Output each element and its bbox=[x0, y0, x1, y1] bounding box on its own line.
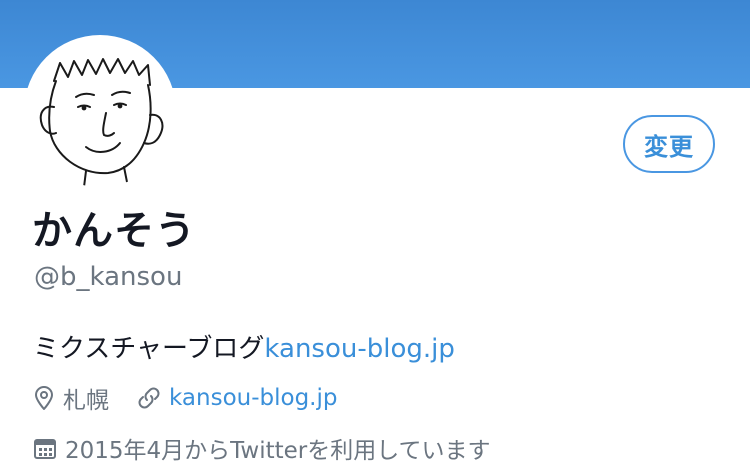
display-name: かんそう bbox=[32, 208, 196, 254]
location-item: 札幌 bbox=[33, 381, 109, 415]
profile-page: 変更 かんそう @b_kansou ミクスチャーブログkansou-blog.j… bbox=[0, 0, 750, 468]
avatar[interactable] bbox=[24, 35, 176, 187]
bio: ミクスチャーブログkansou-blog.jp bbox=[33, 328, 455, 365]
location-pin-icon bbox=[35, 386, 53, 410]
website-item[interactable]: kansou-blog.jp bbox=[137, 385, 337, 411]
join-date-row: 2015年4月からTwitterを利用しています bbox=[33, 430, 491, 466]
user-handle: @b_kansou bbox=[34, 262, 183, 292]
edit-profile-button-label: 変更 bbox=[644, 132, 694, 161]
bio-text: ミクスチャーブログ bbox=[33, 334, 265, 364]
location-text: 札幌 bbox=[63, 388, 109, 414]
join-date-text: 2015年4月からTwitterを利用しています bbox=[65, 438, 491, 464]
calendar-icon bbox=[34, 439, 56, 459]
website-link[interactable]: kansou-blog.jp bbox=[169, 385, 337, 411]
avatar-illustration bbox=[39, 58, 164, 187]
bio-link[interactable]: kansou-blog.jp bbox=[264, 334, 454, 364]
edit-profile-button[interactable]: 変更 bbox=[623, 115, 715, 173]
profile-meta: 札幌 kansou-blog.jp bbox=[33, 380, 365, 416]
link-icon bbox=[138, 387, 160, 409]
